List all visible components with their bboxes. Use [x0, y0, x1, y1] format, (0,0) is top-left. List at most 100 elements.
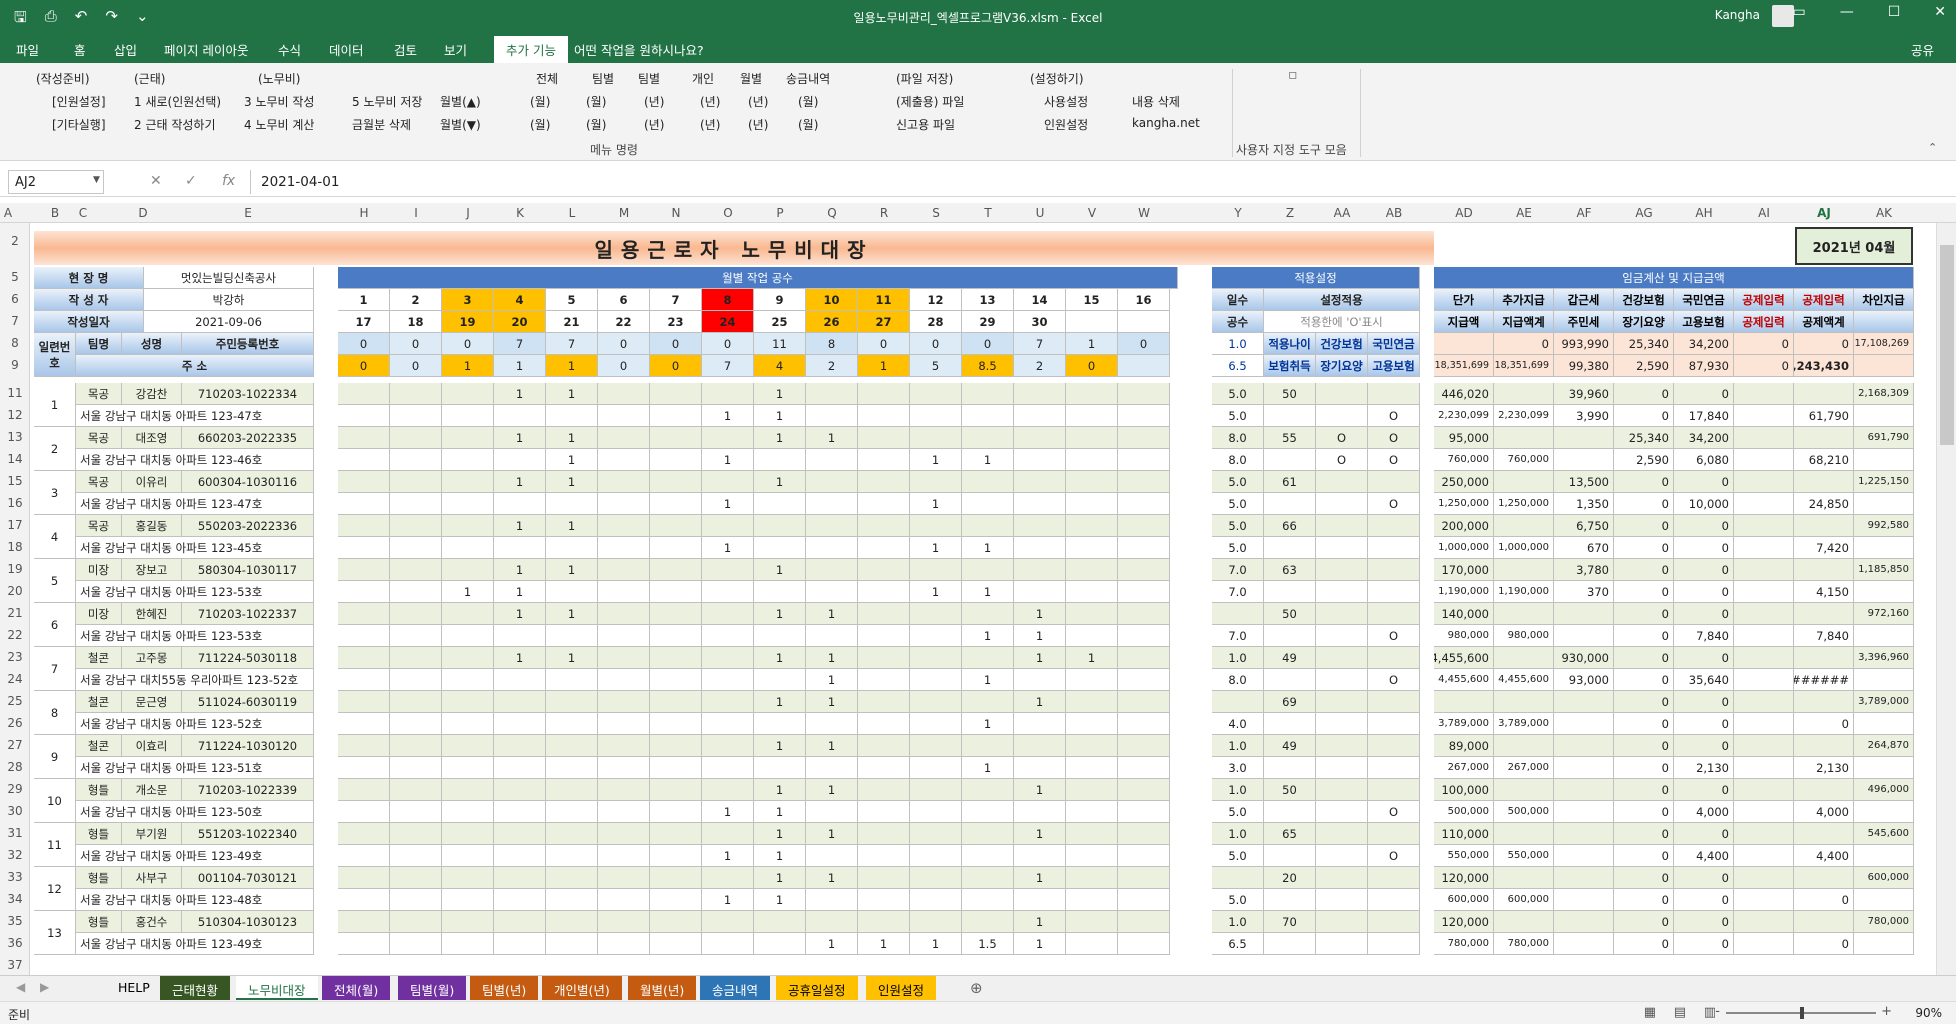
worker-pay[interactable]: 780,000	[1494, 933, 1554, 955]
work-day[interactable]: 1	[494, 581, 546, 603]
worker-setting[interactable]	[1316, 405, 1368, 427]
worker-setting[interactable]	[1264, 581, 1316, 603]
work-day[interactable]: 1	[962, 713, 1014, 735]
work-day[interactable]	[702, 823, 754, 845]
work-day[interactable]	[1066, 383, 1118, 405]
worker-pay[interactable]	[1734, 383, 1794, 405]
work-day[interactable]: 1	[754, 823, 806, 845]
work-day[interactable]	[754, 669, 806, 691]
minimize-icon[interactable]: —	[1840, 4, 1854, 20]
worker-pay[interactable]: 4,150	[1794, 581, 1854, 603]
work-day[interactable]: 1	[1014, 823, 1066, 845]
row-header[interactable]: 37	[0, 958, 30, 972]
day-header[interactable]	[1066, 311, 1118, 333]
day-header[interactable]: 26	[806, 311, 858, 333]
day-header[interactable]: 6	[598, 289, 650, 311]
day-header[interactable]: 24	[702, 311, 754, 333]
worker-pay[interactable]	[1794, 603, 1854, 625]
col-header[interactable]: E	[190, 206, 306, 220]
worker-pay[interactable]: 7,420	[1794, 537, 1854, 559]
worker-pay[interactable]: 1,185,850	[1854, 559, 1914, 581]
col-header[interactable]: N	[650, 206, 702, 220]
work-day[interactable]	[650, 537, 702, 559]
work-day[interactable]	[962, 383, 1014, 405]
work-day[interactable]	[650, 515, 702, 537]
work-day[interactable]	[754, 757, 806, 779]
day-count[interactable]: 0	[1118, 333, 1170, 355]
work-day[interactable]	[494, 735, 546, 757]
work-day[interactable]	[754, 625, 806, 647]
work-day[interactable]	[754, 911, 806, 933]
row-header[interactable]: 17	[0, 518, 30, 532]
worker-pay[interactable]: 0	[1674, 691, 1734, 713]
work-day[interactable]	[390, 889, 442, 911]
work-day[interactable]	[338, 757, 390, 779]
zoom-slider-thumb[interactable]	[1800, 1007, 1804, 1019]
work-day[interactable]	[702, 471, 754, 493]
work-day[interactable]	[390, 801, 442, 823]
sheet-tab-3[interactable]: 전체(월)	[322, 976, 391, 1000]
work-day[interactable]	[806, 581, 858, 603]
worker-pay[interactable]: 110,000	[1434, 823, 1494, 845]
worker-pay[interactable]: 200,000	[1434, 515, 1494, 537]
work-day[interactable]	[702, 713, 754, 735]
worker-pay[interactable]: 3,789,000	[1434, 713, 1494, 735]
worker-setting[interactable]: 1.0	[1212, 735, 1264, 757]
work-day[interactable]: 1	[806, 735, 858, 757]
work-day[interactable]: 1	[754, 889, 806, 911]
worker-team[interactable]: 철콘	[76, 691, 122, 713]
ribbon-r2-0[interactable]: [인원설정]	[52, 93, 106, 110]
row-header[interactable]: 15	[0, 474, 30, 488]
worker-setting[interactable]	[1368, 889, 1420, 911]
work-day[interactable]: 1	[754, 691, 806, 713]
work-day[interactable]	[806, 625, 858, 647]
work-day[interactable]	[806, 493, 858, 515]
worker-pay[interactable]	[1494, 867, 1554, 889]
work-day[interactable]	[598, 867, 650, 889]
worker-setting[interactable]	[1316, 911, 1368, 933]
work-day[interactable]	[1118, 603, 1170, 625]
name-box-dropdown-icon[interactable]: ▼	[93, 175, 100, 185]
work-day[interactable]	[1118, 669, 1170, 691]
worker-pay[interactable]: 4,455,600	[1434, 647, 1494, 669]
work-day[interactable]	[546, 933, 598, 955]
work-day[interactable]	[494, 845, 546, 867]
worker-pay[interactable]: 0	[1674, 515, 1734, 537]
work-day[interactable]	[390, 933, 442, 955]
worker-pay[interactable]: 600,000	[1434, 889, 1494, 911]
worker-setting[interactable]: 8.0	[1212, 449, 1264, 471]
work-day[interactable]	[1118, 471, 1170, 493]
work-day[interactable]	[1014, 449, 1066, 471]
worker-setting[interactable]	[1316, 515, 1368, 537]
ribbon-r2-3[interactable]: 5 노무비 저장	[352, 93, 422, 110]
work-day[interactable]	[650, 603, 702, 625]
tab-2[interactable]: 삽입	[114, 40, 137, 59]
worker-name[interactable]: 고주몽	[122, 647, 182, 669]
work-day[interactable]	[1014, 581, 1066, 603]
work-day[interactable]: 1	[754, 647, 806, 669]
share-button[interactable]: 공유	[1911, 40, 1934, 59]
day-header[interactable]: 17	[338, 311, 390, 333]
work-day[interactable]	[650, 845, 702, 867]
work-day[interactable]	[390, 911, 442, 933]
worker-pay[interactable]: 140,000	[1434, 603, 1494, 625]
set-label[interactable]: 국민연금	[1368, 333, 1420, 355]
worker-pay[interactable]: 95,000	[1434, 427, 1494, 449]
sheet-tab-5[interactable]: 팀별(년)	[470, 976, 539, 1000]
work-day[interactable]	[1118, 427, 1170, 449]
work-day[interactable]: 1	[1014, 625, 1066, 647]
work-day[interactable]: 1	[1014, 691, 1066, 713]
worker-pay[interactable]: 0	[1614, 691, 1674, 713]
work-day[interactable]	[390, 691, 442, 713]
day-header[interactable]: 4	[494, 289, 546, 311]
work-day[interactable]: 1	[754, 427, 806, 449]
worker-address[interactable]: 서울 강남구 대치55동 우리아파트 123-52호	[76, 669, 314, 691]
work-day[interactable]	[910, 515, 962, 537]
ribbon-r2-4[interactable]: 월별(▲)	[440, 93, 481, 110]
work-day[interactable]	[650, 779, 702, 801]
work-day[interactable]: 1	[754, 603, 806, 625]
worker-setting[interactable]: 50	[1264, 383, 1316, 405]
worker-pay[interactable]	[1554, 911, 1614, 933]
zoom-level[interactable]: 90%	[1915, 1006, 1942, 1020]
work-day[interactable]	[650, 691, 702, 713]
